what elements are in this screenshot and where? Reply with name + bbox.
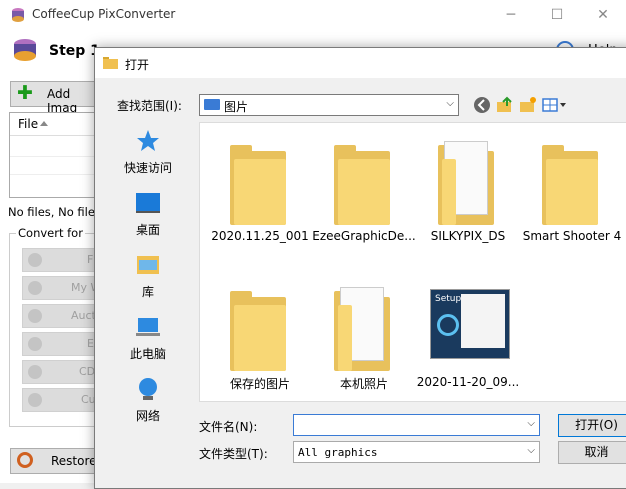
file-name: 2020-11-20_09... <box>416 375 520 389</box>
place-this-pc[interactable]: 此电脑 <box>113 314 183 374</box>
place-library[interactable]: 库 <box>113 252 183 312</box>
dialog-title: 打开 <box>125 58 150 72</box>
app-logo-icon <box>12 8 24 22</box>
network-icon <box>139 378 157 400</box>
convert-button-web[interactable]: My W <box>22 276 104 300</box>
auction-icon <box>28 309 42 323</box>
desktop-icon <box>136 193 160 213</box>
place-label: 快速访问 <box>123 161 172 175</box>
cd-icon <box>28 365 42 379</box>
list-row-divider <box>10 174 100 175</box>
convert-for-label: Convert for <box>16 226 85 240</box>
file-item[interactable]: EzeeGraphicDe... <box>312 129 416 249</box>
title-bar: CoffeeCup PixConverter ─ ☐ ✕ <box>0 0 626 30</box>
convert-button-custom[interactable]: Cu <box>22 388 104 412</box>
image-thumbnail: Setup <box>430 289 510 359</box>
place-label: 此电脑 <box>129 347 166 361</box>
file-item[interactable]: Smart Shooter 4 <box>520 129 624 249</box>
chevron-down-icon: ⌵ <box>446 98 454 109</box>
library-icon <box>137 256 159 274</box>
thumbnail-caption: Setup <box>435 294 462 304</box>
step-title: Step 1 <box>49 43 100 59</box>
quick-access-icon <box>137 130 159 151</box>
this-pc-icon <box>136 318 160 336</box>
file-item[interactable]: Setup 2020-11-20_09... <box>416 275 520 395</box>
file-item[interactable]: 本机照片 <box>312 275 416 395</box>
convert-button-label: F <box>87 253 94 266</box>
dialog-title-bar: 打开 <box>95 48 626 78</box>
convert-button-film[interactable]: F <box>22 248 104 272</box>
file-item[interactable]: SILKYPIX_DS <box>416 129 520 249</box>
place-label: 网络 <box>135 409 160 423</box>
email-icon <box>28 337 42 351</box>
add-images-button[interactable]: ✚ Add Imag <box>10 81 102 115</box>
chevron-down-icon: ⌵ <box>527 445 535 456</box>
filetype-value: All graphics <box>298 446 378 459</box>
place-label: 库 <box>141 285 154 299</box>
place-desktop[interactable]: 桌面 <box>113 190 183 250</box>
web-icon <box>28 281 42 295</box>
up-folder-icon[interactable] <box>496 96 514 114</box>
file-name: 保存的图片 <box>229 377 290 391</box>
view-menu-icon[interactable] <box>542 96 568 114</box>
filetype-label: 文件类型(T): <box>199 447 268 461</box>
file-name: Smart Shooter 4 <box>522 229 622 243</box>
look-in-dropdown[interactable]: 图片 ⌵ <box>199 94 459 116</box>
filetype-dropdown[interactable]: All graphics ⌵ <box>293 441 540 463</box>
list-row-divider <box>10 156 100 157</box>
new-folder-icon[interactable] <box>519 96 537 114</box>
back-icon[interactable] <box>473 96 491 114</box>
places-bar: 快速访问 桌面 库 此电脑 网络 <box>113 122 183 423</box>
open-dialog: 打开 查找范围(I): 图片 ⌵ 快速访问 桌面 库 此电脑 网络 2020.1… <box>94 47 626 489</box>
custom-icon <box>28 393 42 407</box>
coffee-cup-icon <box>14 39 36 61</box>
convert-button-auction[interactable]: Auct <box>22 304 104 328</box>
restore-icon <box>17 452 33 468</box>
convert-button-label: Auct <box>71 309 96 322</box>
file-item[interactable]: 2020.11.25_001 <box>208 129 312 249</box>
file-name: EzeeGraphicDe... <box>312 229 416 243</box>
look-in-value: 图片 <box>224 100 249 114</box>
cancel-button[interactable]: 取消 <box>558 441 626 464</box>
convert-button-label: CD <box>79 365 96 378</box>
file-name: 本机照片 <box>339 377 388 391</box>
close-button[interactable]: ✕ <box>580 0 626 30</box>
setup-logo-icon <box>437 314 459 336</box>
add-images-label: Add Imag <box>47 87 78 115</box>
sort-ascending-icon <box>40 121 48 126</box>
maximize-button[interactable]: ☐ <box>534 0 580 30</box>
open-button[interactable]: 打开(O) <box>558 414 626 437</box>
app-title: CoffeeCup PixConverter <box>32 7 176 21</box>
folder-icon <box>103 57 118 69</box>
file-view[interactable]: 2020.11.25_001 EzeeGraphicDe... SILKYPIX… <box>199 122 626 402</box>
restore-button[interactable]: Restore <box>10 448 102 474</box>
pictures-folder-icon <box>204 99 220 110</box>
place-network[interactable]: 网络 <box>113 376 183 436</box>
convert-button-cd[interactable]: CD <box>22 360 104 384</box>
minimize-button[interactable]: ─ <box>488 0 534 30</box>
place-quick-access[interactable]: 快速访问 <box>113 128 183 188</box>
look-in-label: 查找范围(I): <box>117 99 182 113</box>
place-label: 桌面 <box>135 223 160 237</box>
file-name: 2020.11.25_001 <box>211 229 309 243</box>
plus-icon: ✚ <box>17 82 33 104</box>
convert-button-label: E <box>87 337 94 350</box>
film-icon <box>28 253 42 267</box>
file-item[interactable]: 保存的图片 <box>208 275 312 395</box>
file-name: SILKYPIX_DS <box>430 229 506 243</box>
chevron-down-icon[interactable]: ⌵ <box>527 418 535 429</box>
filename-label: 文件名(N): <box>199 420 258 434</box>
restore-label: Restore <box>51 454 97 468</box>
file-column-label: File <box>18 117 39 131</box>
file-column-header[interactable]: File <box>10 113 100 136</box>
file-list[interactable]: File <box>9 112 101 198</box>
filename-input[interactable]: ⌵ <box>293 414 540 436</box>
convert-button-email[interactable]: E <box>22 332 104 356</box>
